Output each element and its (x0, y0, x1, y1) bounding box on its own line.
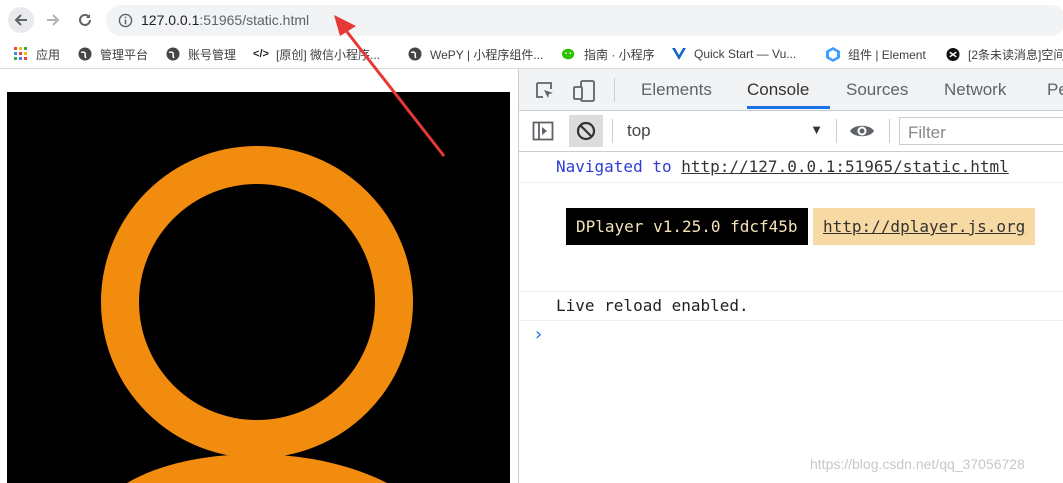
watermark-text: https://blog.csdn.net/qq_37056728 (810, 456, 1025, 472)
annotation-arrow (334, 15, 446, 157)
arrow-head-icon (334, 15, 356, 36)
